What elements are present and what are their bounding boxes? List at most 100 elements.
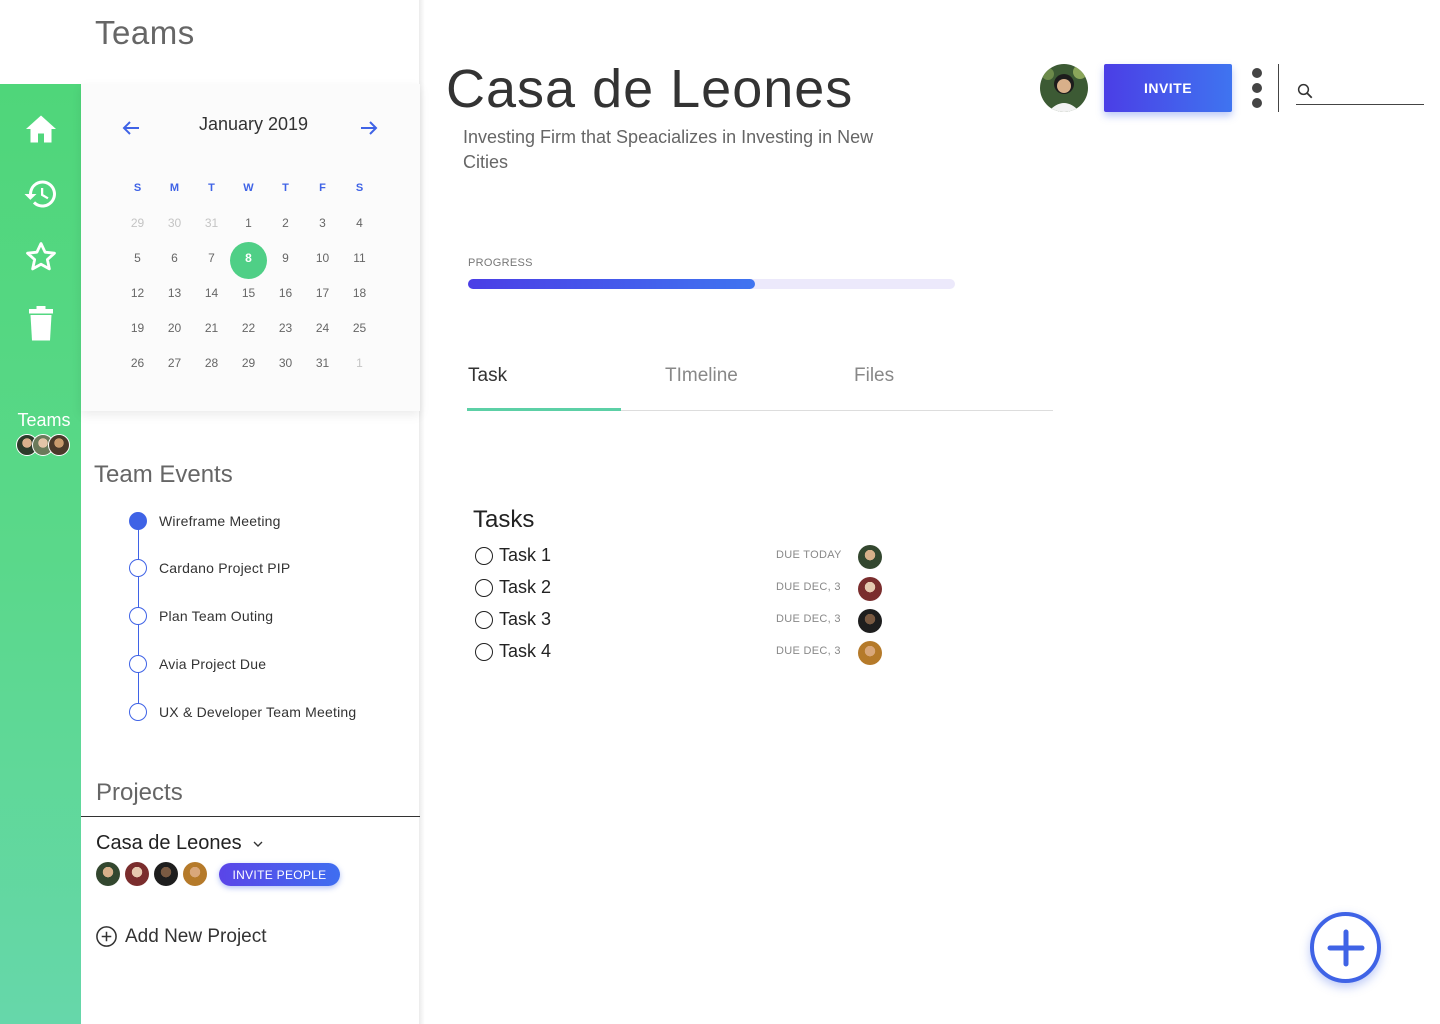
task-checkbox[interactable] xyxy=(475,643,493,661)
calendar-day[interactable]: 24 xyxy=(304,321,341,335)
calendar-day[interactable]: 9 xyxy=(267,251,304,265)
tab-timeline[interactable]: TImeline xyxy=(665,365,738,387)
next-month-arrow-icon[interactable] xyxy=(357,116,381,140)
calendar-day[interactable]: 29 xyxy=(119,216,156,230)
nav-rail: Teams xyxy=(0,84,81,1024)
calendar-day[interactable]: 20 xyxy=(156,321,193,335)
calendar-day[interactable]: 14 xyxy=(193,286,230,300)
calendar-week: 26 27 28 29 30 31 1 xyxy=(119,345,378,380)
calendar-day[interactable]: 3 xyxy=(304,216,341,230)
calendar-day[interactable]: 23 xyxy=(267,321,304,335)
home-icon[interactable] xyxy=(22,110,60,148)
task-label[interactable]: Task 4 xyxy=(499,641,551,662)
calendar-day[interactable]: 29 xyxy=(230,356,267,370)
tab-task[interactable]: Task xyxy=(468,365,507,387)
calendar-day-label: 27 xyxy=(167,355,182,370)
team-event-item[interactable]: Avia Project Due xyxy=(129,654,266,674)
plus-icon xyxy=(1327,929,1364,966)
calendar-day[interactable]: 22 xyxy=(230,321,267,335)
calendar-day[interactable]: 30 xyxy=(156,216,193,230)
task-label[interactable]: Task 1 xyxy=(499,545,551,566)
calendar-day-selected[interactable]: 8 xyxy=(230,241,267,279)
calendar-day[interactable]: 12 xyxy=(119,286,156,300)
calendar-day[interactable]: 4 xyxy=(341,216,378,230)
invite-people-button[interactable]: INVITE PEOPLE xyxy=(219,863,340,886)
task-row: Task 4 DUE DEC, 3 xyxy=(475,641,895,665)
tab-bar: Task TImeline Files xyxy=(467,362,1053,411)
calendar-day[interactable]: 6 xyxy=(156,251,193,265)
history-icon[interactable] xyxy=(22,175,60,213)
page-title: Casa de Leones xyxy=(446,59,854,119)
add-fab-button[interactable] xyxy=(1310,912,1381,983)
avatar[interactable] xyxy=(154,862,178,886)
calendar-day[interactable]: 18 xyxy=(341,286,378,300)
calendar-day[interactable]: 31 xyxy=(304,356,341,370)
more-options-icon[interactable] xyxy=(1249,68,1265,110)
calendar-day-label: 12 xyxy=(130,285,145,300)
team-event-item[interactable]: Plan Team Outing xyxy=(129,606,273,626)
calendar-day[interactable]: 5 xyxy=(119,251,156,265)
assignee-avatar[interactable] xyxy=(858,545,882,569)
task-checkbox[interactable] xyxy=(475,611,493,629)
rail-teams-label[interactable]: Teams xyxy=(0,410,88,431)
task-row: Task 1 DUE TODAY xyxy=(475,545,895,569)
calendar-day[interactable]: 13 xyxy=(156,286,193,300)
calendar-day[interactable]: 27 xyxy=(156,356,193,370)
calendar-day[interactable]: 31 xyxy=(193,216,230,230)
calendar-day[interactable]: 16 xyxy=(267,286,304,300)
team-event-item[interactable]: Cardano Project PIP xyxy=(129,558,290,578)
calendar-day[interactable]: 10 xyxy=(304,251,341,265)
add-project-label: Add New Project xyxy=(125,925,267,947)
calendar: January 2019 SMTWTFS 29 30 31 1 2 3 4 5 6 7 8 9 10 11… xyxy=(81,84,420,411)
calendar-day[interactable]: 1 xyxy=(230,216,267,230)
user-avatar[interactable] xyxy=(1040,64,1088,112)
project-selector[interactable]: Casa de Leones xyxy=(96,832,266,855)
weekday-header: SMTWTFS xyxy=(119,170,378,205)
plus-circle-icon xyxy=(96,926,117,947)
projects-title: Projects xyxy=(96,779,183,806)
calendar-day-label: 31 xyxy=(315,355,330,370)
calendar-day[interactable]: 21 xyxy=(193,321,230,335)
task-checkbox[interactable] xyxy=(475,579,493,597)
project-name: Casa de Leones xyxy=(96,832,242,854)
calendar-day-label: 19 xyxy=(130,320,145,335)
task-checkbox[interactable] xyxy=(475,547,493,565)
invite-button[interactable]: INVITE xyxy=(1104,64,1232,112)
calendar-day[interactable]: 30 xyxy=(267,356,304,370)
team-event-item[interactable]: Wireframe Meeting xyxy=(129,511,281,531)
task-label[interactable]: Task 3 xyxy=(499,609,551,630)
team-event-item[interactable]: UX & Developer Team Meeting xyxy=(129,702,356,722)
calendar-day-label: 30 xyxy=(278,355,293,370)
calendar-day[interactable]: 26 xyxy=(119,356,156,370)
tab-files[interactable]: Files xyxy=(854,365,894,387)
calendar-day[interactable]: 25 xyxy=(341,321,378,335)
calendar-day-label: 10 xyxy=(315,250,330,265)
search-icon[interactable] xyxy=(1296,82,1314,100)
assignee-avatar[interactable] xyxy=(858,609,882,633)
assignee-avatar[interactable] xyxy=(858,577,882,601)
team-avatars[interactable] xyxy=(16,434,70,456)
calendar-day[interactable]: 19 xyxy=(119,321,156,335)
calendar-day[interactable]: 28 xyxy=(193,356,230,370)
weekday-label: S xyxy=(133,181,142,194)
calendar-day[interactable]: 1 xyxy=(341,356,378,370)
calendar-day[interactable]: 17 xyxy=(304,286,341,300)
calendar-day[interactable]: 2 xyxy=(267,216,304,230)
calendar-day-label: 23 xyxy=(278,320,293,335)
avatar[interactable] xyxy=(96,862,120,886)
task-label[interactable]: Task 2 xyxy=(499,577,551,598)
avatar[interactable] xyxy=(125,862,149,886)
calendar-day-label: 18 xyxy=(352,285,367,300)
add-project-button[interactable]: Add New Project xyxy=(95,925,267,948)
calendar-day-label: 5 xyxy=(134,250,141,265)
calendar-day[interactable]: 15 xyxy=(230,286,267,300)
assignee-avatar[interactable] xyxy=(858,641,882,665)
trash-icon[interactable] xyxy=(22,305,60,343)
calendar-day-label: 1 xyxy=(356,355,363,370)
search-input[interactable] xyxy=(1318,83,1418,99)
avatar[interactable] xyxy=(183,862,207,886)
calendar-day[interactable]: 7 xyxy=(193,251,230,265)
calendar-day[interactable]: 11 xyxy=(341,251,378,265)
star-icon[interactable] xyxy=(22,238,60,276)
timeline-dot xyxy=(129,559,147,577)
